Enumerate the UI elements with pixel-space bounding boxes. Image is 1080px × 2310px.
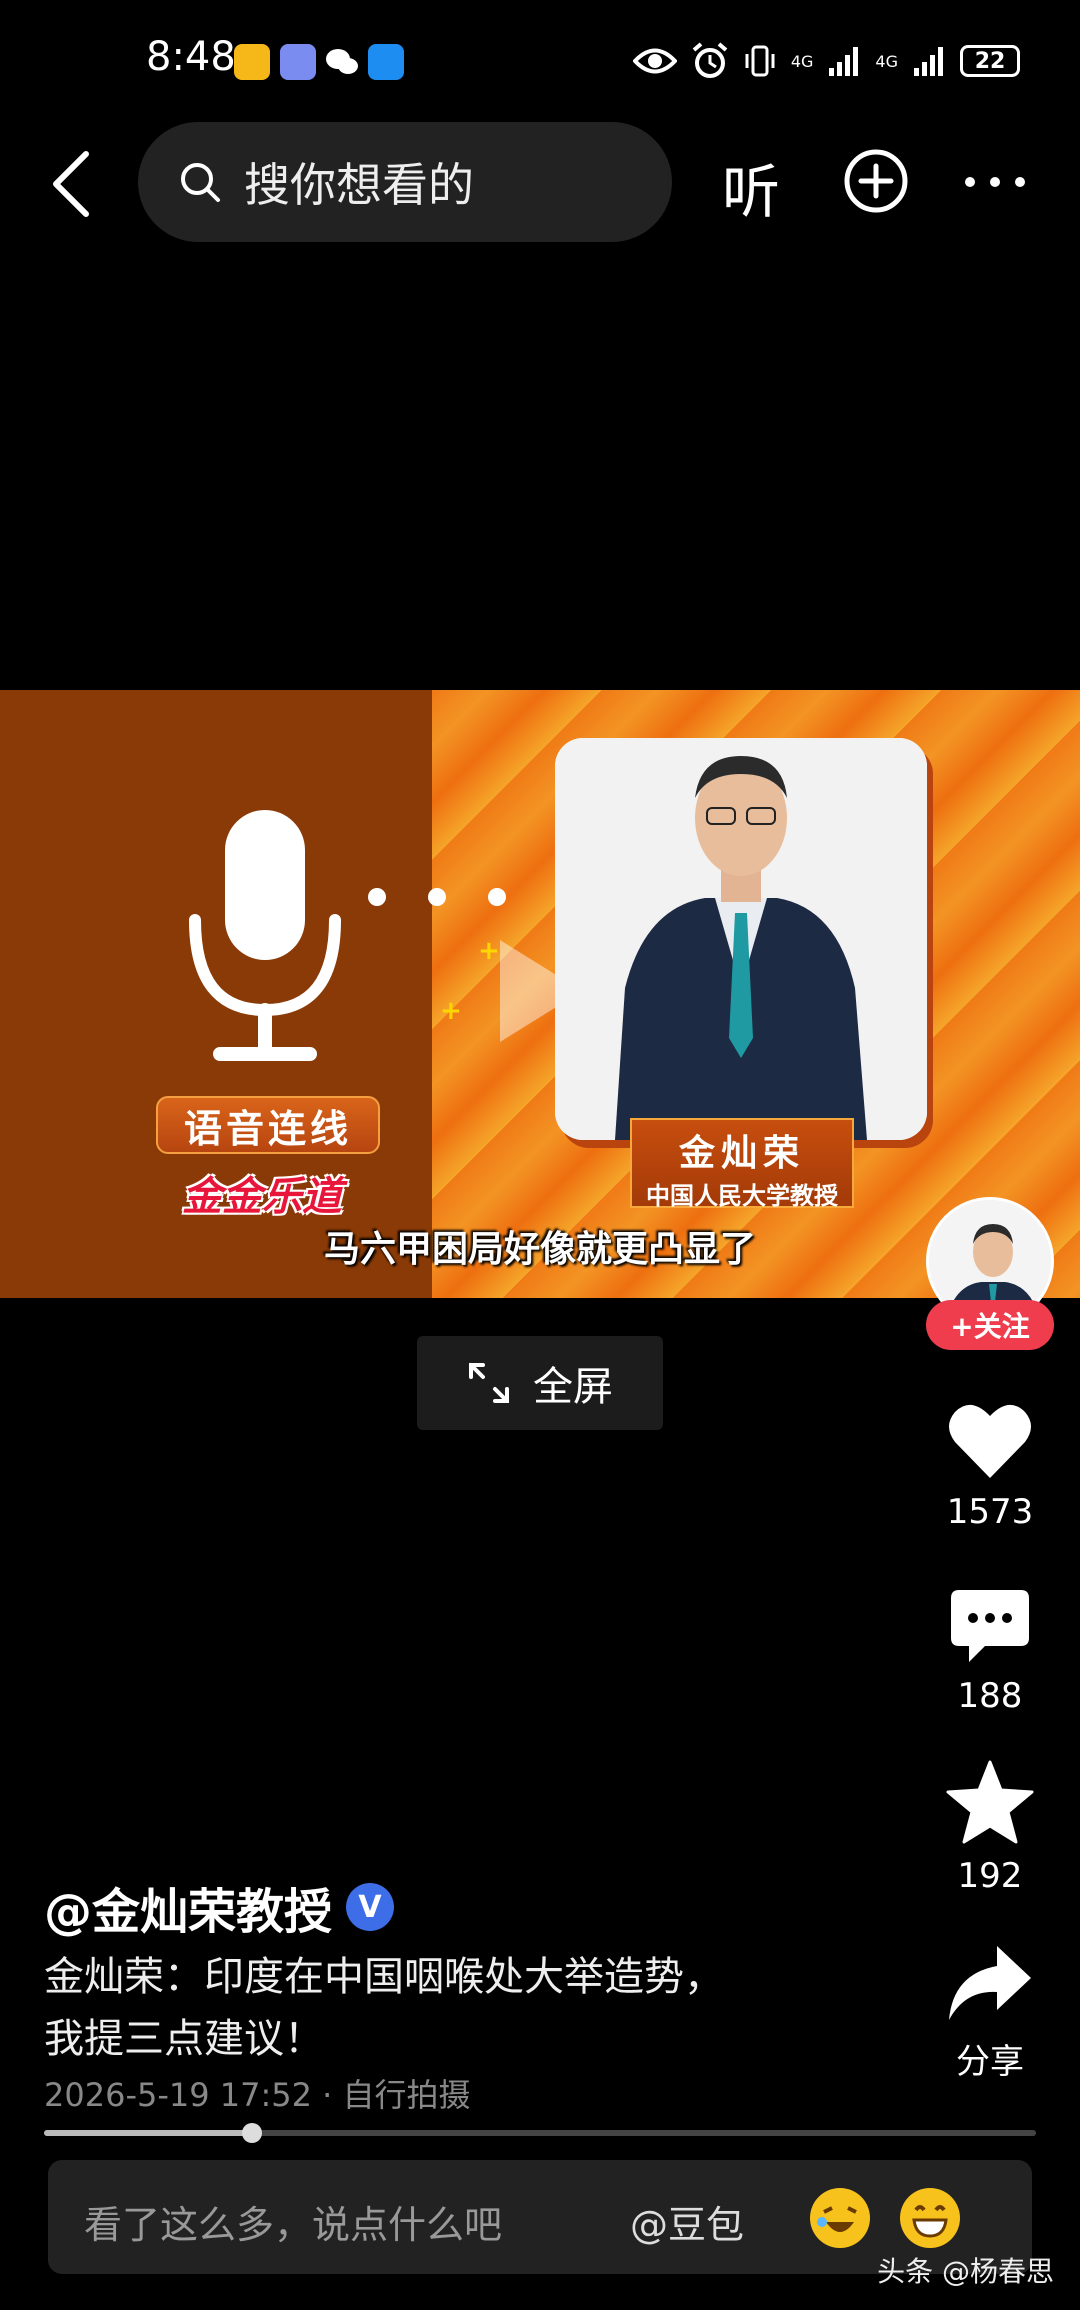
weather-notification-icon bbox=[368, 44, 404, 80]
search-input[interactable]: 搜你想看的 bbox=[138, 122, 672, 242]
show-logo: 金金乐道 bbox=[182, 1174, 342, 1220]
post-caption[interactable]: 金灿荣：印度在中国咽喉处大举造势， 我提三点建议！ bbox=[44, 1946, 844, 2070]
music-notification-icon bbox=[280, 44, 316, 80]
guest-name-plate: 金灿荣 中国人民大学教授 bbox=[630, 1118, 854, 1210]
listen-button[interactable]: 听 bbox=[722, 145, 780, 229]
star-icon bbox=[946, 1760, 1034, 1844]
guest-title: 中国人民大学教授 bbox=[646, 1182, 838, 1210]
signal-icon-2 bbox=[914, 47, 943, 76]
like-count: 1573 bbox=[946, 1492, 1034, 1532]
signal-icon-1 bbox=[829, 47, 859, 76]
video-player[interactable]: + + 语音连线 金金乐道 金灿荣 中国人民大学教授 马六甲困局好像就更凸显了 bbox=[0, 690, 1080, 1298]
battery-level: 22 bbox=[974, 48, 1006, 74]
comment-button[interactable]: 188 bbox=[930, 1588, 1050, 1716]
guest-name: 金灿荣 bbox=[678, 1133, 805, 1174]
sparkle-icon: + bbox=[440, 996, 462, 1026]
add-circle-icon[interactable] bbox=[843, 148, 909, 214]
share-arrow-icon bbox=[949, 1946, 1031, 2020]
verified-badge-icon: V bbox=[346, 1883, 395, 1931]
network-label-1: 4G bbox=[790, 51, 814, 71]
grinning-emoji-icon[interactable] bbox=[900, 2188, 960, 2248]
status-time: 8:48 bbox=[146, 34, 236, 80]
author-name-row[interactable]: @金灿荣教授 V bbox=[44, 1872, 395, 1942]
progress-handle[interactable] bbox=[242, 2123, 263, 2143]
battery-indicator: 22 bbox=[960, 45, 1020, 77]
connecting-dots bbox=[368, 888, 506, 906]
microphone-icon bbox=[189, 810, 341, 1061]
favorite-count: 192 bbox=[957, 1856, 1023, 1896]
search-placeholder: 搜你想看的 bbox=[244, 158, 474, 212]
vibrate-icon bbox=[745, 45, 775, 77]
video-subtitle: 马六甲困局好像就更凸显了 bbox=[323, 1229, 756, 1270]
expand-icon bbox=[469, 1363, 509, 1403]
more-options-icon[interactable] bbox=[960, 162, 1030, 202]
video-progress-bar[interactable] bbox=[44, 2123, 1036, 2143]
fullscreen-button[interactable]: 全屏 bbox=[417, 1336, 663, 1430]
wechat-notification-icon bbox=[326, 49, 358, 74]
back-arrow-icon[interactable] bbox=[44, 148, 104, 220]
favorite-button[interactable]: 192 bbox=[930, 1760, 1050, 1896]
laughing-emoji-icon[interactable] bbox=[810, 2188, 870, 2248]
author-name[interactable]: @金灿荣教授 bbox=[44, 1872, 332, 1942]
share-label: 分享 bbox=[956, 2042, 1024, 2082]
guest-portrait-image bbox=[555, 738, 927, 1140]
caption-line-1: 金灿荣：印度在中国咽喉处大举造势， bbox=[44, 1954, 724, 2000]
comment-bubble-icon bbox=[951, 1590, 1029, 1662]
post-meta: 2026-5-19 17:52 · 自行拍摄 bbox=[44, 2076, 471, 2114]
follow-button[interactable]: +关注 bbox=[926, 1300, 1054, 1350]
progress-fill bbox=[44, 2130, 253, 2136]
comment-input[interactable]: 看了这么多，说点什么吧 bbox=[84, 2194, 502, 2249]
voice-call-tag: 语音连线 bbox=[156, 1096, 380, 1154]
share-button[interactable]: 分享 bbox=[930, 1944, 1050, 2083]
guest-photo bbox=[555, 738, 927, 1140]
network-label-2: 4G bbox=[875, 51, 898, 71]
eye-icon bbox=[632, 48, 677, 74]
search-icon bbox=[181, 163, 220, 202]
comment-count: 188 bbox=[957, 1676, 1023, 1716]
status-bar: 8:48 4G 4G 22 bbox=[0, 0, 1080, 120]
caption-line-2: 我提三点建议！ bbox=[44, 2016, 324, 2062]
like-button[interactable]: 1573 bbox=[930, 1400, 1050, 1532]
heart-icon bbox=[949, 1404, 1031, 1478]
weibo-notification-icon bbox=[234, 44, 270, 80]
fullscreen-label: 全屏 bbox=[533, 1364, 613, 1410]
mention-doubao-button[interactable]: @豆包 bbox=[630, 2194, 744, 2249]
watermark: 头条 @杨春思 bbox=[877, 2255, 1054, 2288]
alarm-icon bbox=[692, 42, 728, 78]
